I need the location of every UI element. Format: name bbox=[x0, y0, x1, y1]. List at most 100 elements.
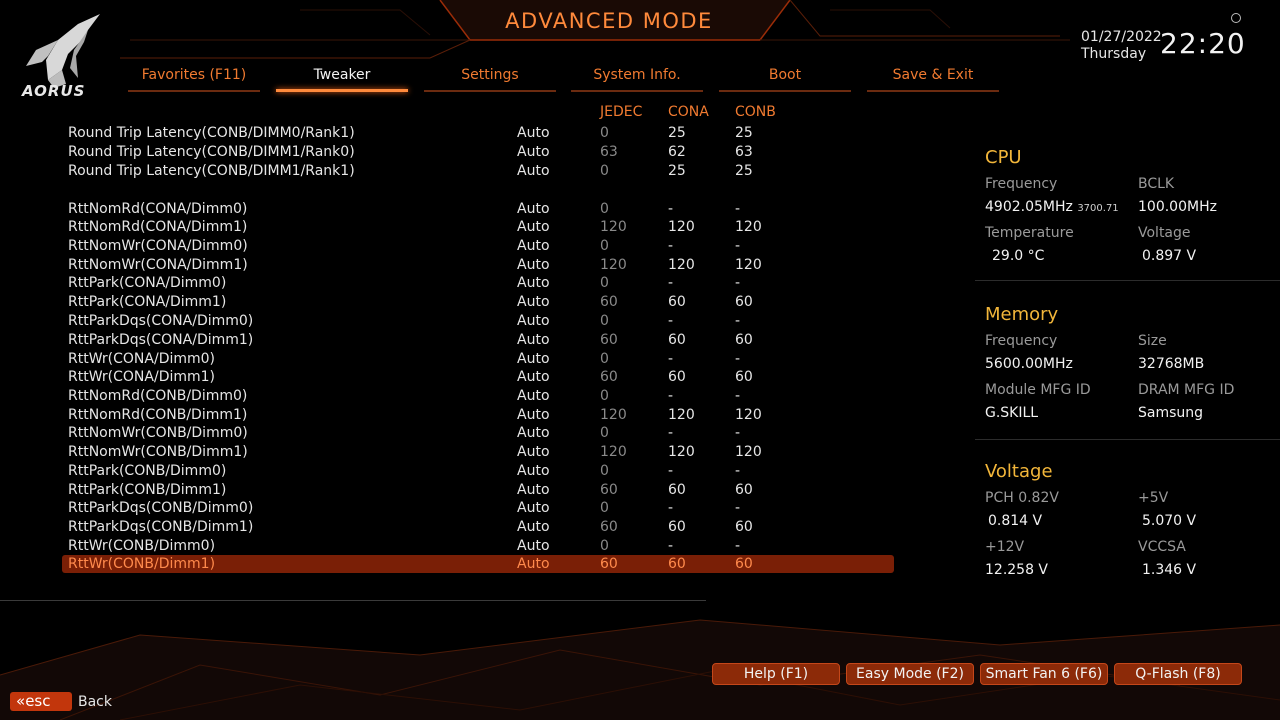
setting-value[interactable]: Auto bbox=[517, 555, 550, 573]
cona-value: 120 bbox=[668, 219, 695, 235]
weekday-text: Thursday bbox=[1081, 46, 1147, 62]
page-title: ADVANCED MODE bbox=[505, 9, 713, 33]
setting-value[interactable]: Auto bbox=[517, 293, 550, 311]
setting-value[interactable]: Auto bbox=[517, 481, 550, 499]
table-row[interactable]: RttParkDqs(CONB/Dimm0) Auto 0 - - bbox=[62, 499, 894, 517]
tab-boot[interactable]: Boot bbox=[719, 66, 851, 92]
jedec-value: 0 bbox=[600, 163, 609, 179]
table-row[interactable]: RttNomWr(CONA/Dimm1) Auto 120 120 120 bbox=[62, 256, 894, 274]
table-row[interactable]: RttNomRd(CONA/Dimm1) Auto 120 120 120 bbox=[62, 218, 894, 236]
jedec-value: 0 bbox=[600, 201, 609, 217]
date-text: 01/27/2022 bbox=[1081, 29, 1162, 45]
setting-name: RttNomRd(CONB/Dimm0) bbox=[68, 388, 248, 404]
table-row[interactable]: RttNomRd(CONB/Dimm1) Auto 120 120 120 bbox=[62, 406, 894, 424]
q-flash-button[interactable]: Q-Flash (F8) bbox=[1114, 663, 1242, 685]
table-row[interactable]: RttWr(CONA/Dimm0) Auto 0 - - bbox=[62, 350, 894, 368]
setting-value[interactable]: Auto bbox=[517, 462, 550, 480]
conb-value: 60 bbox=[735, 519, 753, 535]
setting-value[interactable]: Auto bbox=[517, 200, 550, 218]
setting-value[interactable]: Auto bbox=[517, 387, 550, 405]
setting-value[interactable]: Auto bbox=[517, 537, 550, 555]
table-row[interactable]: RttPark(CONB/Dimm1) Auto 60 60 60 bbox=[62, 481, 894, 499]
jedec-value: 0 bbox=[600, 351, 609, 367]
setting-value[interactable]: Auto bbox=[517, 518, 550, 536]
table-row[interactable]: Round Trip Latency(CONB/DIMM0/Rank1) Auto… bbox=[62, 124, 894, 142]
settings-gear-icon[interactable] bbox=[1231, 13, 1241, 23]
cona-value: 60 bbox=[668, 369, 686, 385]
table-row[interactable]: RttPark(CONB/Dimm0) Auto 0 - - bbox=[62, 462, 894, 480]
setting-value[interactable]: Auto bbox=[517, 124, 550, 142]
cona-value: 60 bbox=[668, 332, 686, 348]
easy-mode-button[interactable]: Easy Mode (F2) bbox=[846, 663, 974, 685]
cona-value: 60 bbox=[668, 556, 686, 572]
help-button[interactable]: Help (F1) bbox=[712, 663, 840, 685]
table-row[interactable]: RttWr(CONB/Dimm0) Auto 0 - - bbox=[62, 537, 894, 555]
cona-value: 60 bbox=[668, 519, 686, 535]
column-header-cona: CONA bbox=[668, 104, 709, 120]
table-row[interactable]: Round Trip Latency(CONB/DIMM1/Rank0) Auto… bbox=[62, 143, 894, 161]
table-row[interactable]: RttNomWr(CONB/Dimm0) Auto 0 - - bbox=[62, 424, 894, 442]
table-row[interactable]: RttNomRd(CONA/Dimm0) Auto 0 - - bbox=[62, 200, 894, 218]
conb-value: 25 bbox=[735, 125, 753, 141]
tab-tweaker[interactable]: Tweaker bbox=[276, 66, 408, 92]
tab-favorites[interactable]: Favorites (F11) bbox=[128, 66, 260, 92]
jedec-value: 60 bbox=[600, 332, 618, 348]
conb-value: - bbox=[735, 388, 741, 404]
setting-name: RttPark(CONA/Dimm1) bbox=[68, 294, 227, 310]
setting-value[interactable]: Auto bbox=[517, 143, 550, 161]
panel-divider bbox=[975, 280, 1280, 281]
setting-name: RttWr(CONB/Dimm0) bbox=[68, 538, 216, 554]
dram-mfg-label: DRAM MFG ID bbox=[1138, 382, 1235, 398]
back-label[interactable]: Back bbox=[78, 694, 112, 710]
date-display[interactable]: 01/27/2022 Thursday bbox=[1081, 29, 1162, 63]
cpu-frequency-value: 4902.05MHz 3700.71 bbox=[985, 199, 1119, 215]
setting-value[interactable]: Auto bbox=[517, 218, 550, 236]
table-row[interactable]: RttParkDqs(CONA/Dimm1) Auto 60 60 60 bbox=[62, 331, 894, 349]
conb-value: 120 bbox=[735, 444, 762, 460]
cpu-base-frequency: 3700.71 bbox=[1077, 203, 1119, 214]
setting-value[interactable]: Auto bbox=[517, 406, 550, 424]
setting-value[interactable]: Auto bbox=[517, 237, 550, 255]
setting-value[interactable]: Auto bbox=[517, 368, 550, 386]
setting-value[interactable]: Auto bbox=[517, 312, 550, 330]
memory-section-title: Memory bbox=[985, 304, 1059, 325]
table-row[interactable]: RttWr(CONB/Dimm1) Auto 60 60 60 bbox=[62, 555, 894, 573]
conb-value: 60 bbox=[735, 294, 753, 310]
memory-frequency-value: 5600.00MHz bbox=[985, 356, 1073, 372]
jedec-value: 60 bbox=[600, 369, 618, 385]
table-row[interactable]: RttPark(CONA/Dimm1) Auto 60 60 60 bbox=[62, 293, 894, 311]
cpu-bclk-value: 100.00MHz bbox=[1138, 199, 1217, 215]
table-row[interactable]: RttParkDqs(CONA/Dimm0) Auto 0 - - bbox=[62, 312, 894, 330]
setting-value[interactable]: Auto bbox=[517, 350, 550, 368]
setting-value[interactable]: Auto bbox=[517, 499, 550, 517]
table-row[interactable]: RttWr(CONA/Dimm1) Auto 60 60 60 bbox=[62, 368, 894, 386]
setting-value[interactable]: Auto bbox=[517, 443, 550, 461]
table-row[interactable]: RttNomWr(CONB/Dimm1) Auto 120 120 120 bbox=[62, 443, 894, 461]
setting-value[interactable]: Auto bbox=[517, 331, 550, 349]
setting-value[interactable]: Auto bbox=[517, 424, 550, 442]
table-row[interactable]: RttNomWr(CONA/Dimm0) Auto 0 - - bbox=[62, 237, 894, 255]
table-row[interactable]: RttNomRd(CONB/Dimm0) Auto 0 - - bbox=[62, 387, 894, 405]
tab-settings[interactable]: Settings bbox=[424, 66, 556, 92]
setting-name: RttPark(CONB/Dimm0) bbox=[68, 463, 227, 479]
table-row[interactable]: RttParkDqs(CONB/Dimm1) Auto 60 60 60 bbox=[62, 518, 894, 536]
table-row[interactable]: Round Trip Latency(CONB/DIMM1/Rank1) Auto… bbox=[62, 162, 894, 180]
cona-value: - bbox=[668, 500, 674, 516]
setting-value[interactable]: Auto bbox=[517, 256, 550, 274]
jedec-value: 0 bbox=[600, 538, 609, 554]
jedec-value: 0 bbox=[600, 388, 609, 404]
setting-value[interactable]: Auto bbox=[517, 162, 550, 180]
table-row[interactable]: RttPark(CONA/Dimm0) Auto 0 - - bbox=[62, 274, 894, 292]
esc-button[interactable]: «esc bbox=[10, 692, 72, 711]
cpu-section-title: CPU bbox=[985, 147, 1022, 168]
smart-fan-button[interactable]: Smart Fan 6 (F6) bbox=[980, 663, 1108, 685]
cpu-frequency-text: 4902.05MHz bbox=[985, 199, 1073, 215]
time-display[interactable]: 22:20 bbox=[1160, 27, 1246, 60]
setting-value[interactable]: Auto bbox=[517, 274, 550, 292]
jedec-value: 0 bbox=[600, 125, 609, 141]
setting-name: RttNomWr(CONB/Dimm0) bbox=[68, 425, 248, 441]
tab-system-info[interactable]: System Info. bbox=[571, 66, 703, 92]
tab-save-exit[interactable]: Save & Exit bbox=[867, 66, 999, 92]
jedec-value: 0 bbox=[600, 313, 609, 329]
conb-value: - bbox=[735, 201, 741, 217]
